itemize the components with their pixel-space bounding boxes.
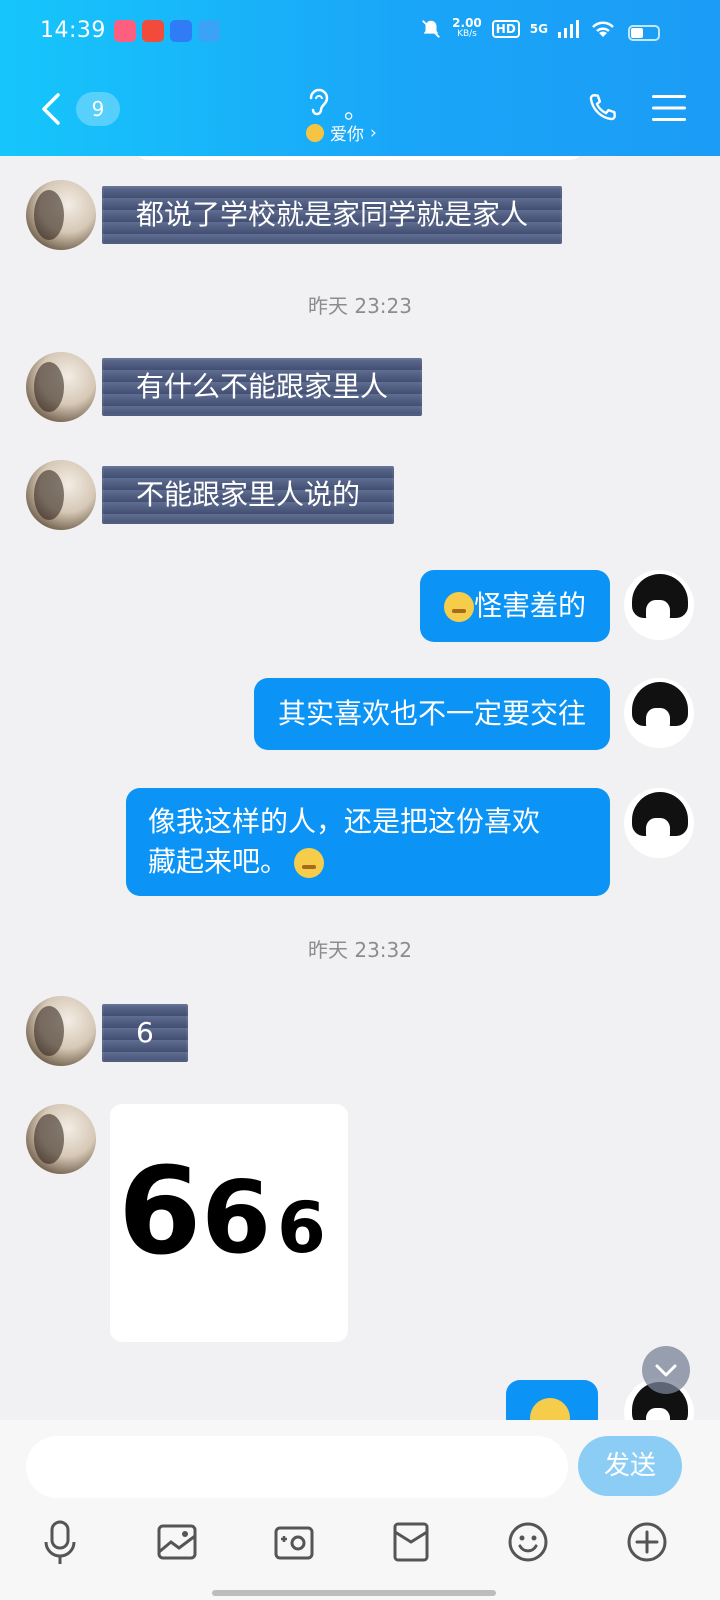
hd-badge: HD (491, 20, 520, 38)
contact-avatar[interactable] (26, 352, 96, 422)
incoming-message[interactable]: 都说了学校就是家同学就是家人 (102, 186, 563, 244)
incoming-message[interactable]: 6 (102, 1004, 188, 1062)
signal-icon (558, 20, 579, 38)
message-input[interactable] (26, 1436, 568, 1498)
message-text: 怪害羞的 (473, 589, 586, 622)
message-list[interactable]: 都说了学校就是家同学就是家人 昨天 23:23 有什么不能跟家里人 不能跟家里人… (0, 156, 720, 1450)
my-avatar[interactable] (624, 678, 694, 748)
home-indicator[interactable] (212, 1590, 496, 1596)
battery-icon (628, 25, 660, 41)
sticker-666[interactable]: 666 (110, 1104, 348, 1342)
message-text: 像我这样的人，还是把这份喜欢 藏起来吧。 (148, 805, 541, 878)
input-area: 发送 (0, 1420, 720, 1600)
sticker-char: 6 (277, 1187, 326, 1269)
camera-icon (274, 1526, 314, 1560)
contact-avatar[interactable] (26, 180, 96, 250)
timestamp: 昨天 23:23 (308, 294, 412, 318)
net-speed-unit: KB/s (457, 29, 477, 39)
send-button[interactable]: 发送 (578, 1436, 682, 1496)
outgoing-message[interactable]: 怪害羞的 (419, 570, 610, 642)
back-button[interactable] (40, 92, 62, 130)
incoming-message[interactable]: 有什么不能跟家里人 (102, 358, 423, 416)
shy-emoji (443, 592, 474, 622)
outgoing-message[interactable]: 其实喜欢也不一定要交往 (253, 678, 610, 750)
subtitle-arrow: › (370, 122, 377, 143)
red-packet-button[interactable] (381, 1512, 441, 1572)
menu-icon (652, 95, 686, 121)
app-icon-4 (198, 20, 220, 42)
wallet-icon (393, 1522, 429, 1562)
relationship-subtitle[interactable]: 爱你 › (306, 120, 377, 145)
smile-emoji (294, 848, 325, 878)
my-avatar[interactable] (624, 570, 694, 640)
unread-count-badge[interactable]: 9 (76, 92, 120, 126)
emoji-icon (508, 1522, 548, 1562)
image-button[interactable] (147, 1512, 207, 1572)
image-icon (157, 1524, 197, 1560)
phone-icon (589, 94, 616, 121)
app-icon-2 (142, 20, 164, 42)
chevron-down-icon (655, 1364, 677, 1377)
sticker-char: 6 (201, 1159, 272, 1276)
status-right: 2.00 KB/s HD 5G (420, 16, 662, 40)
network-label: 5G (529, 22, 548, 36)
status-app-icons (114, 20, 220, 42)
previous-message-bubble (134, 156, 584, 160)
net-speed-value: 2.00 (452, 16, 482, 30)
call-button[interactable] (584, 90, 620, 130)
mute-bell-icon (422, 20, 441, 38)
mic-icon (44, 1520, 76, 1564)
wifi-icon (592, 21, 614, 37)
outgoing-message[interactable]: 像我这样的人，还是把这份喜欢 藏起来吧。 (126, 788, 610, 896)
app-icon-3 (170, 20, 192, 42)
camera-button[interactable] (264, 1512, 324, 1572)
sticker-char: 6 (118, 1143, 202, 1282)
input-toolbar (0, 1512, 720, 1572)
subtitle-text: 爱你 (330, 125, 364, 145)
scroll-to-bottom-button[interactable] (642, 1346, 690, 1394)
net-speed: 2.00 KB/s (452, 16, 482, 40)
contact-avatar[interactable] (26, 1104, 96, 1174)
love-emoji-icon (306, 123, 324, 142)
top-bar: 14:39 2.00 KB/s HD 5G 9 。 爱你 › (0, 0, 720, 156)
plus-icon (627, 1522, 667, 1562)
sticker-text: 666 (118, 1143, 326, 1282)
back-arrow-icon (42, 93, 60, 125)
emoji-button[interactable] (498, 1512, 558, 1572)
contact-avatar[interactable] (26, 996, 96, 1066)
incoming-message[interactable]: 不能跟家里人说的 (102, 466, 395, 524)
app-icon-1 (114, 20, 136, 42)
voice-button[interactable] (30, 1512, 90, 1572)
menu-button[interactable] (652, 94, 686, 126)
my-avatar[interactable] (624, 788, 694, 858)
timestamp: 昨天 23:32 (308, 938, 412, 962)
contact-avatar[interactable] (26, 460, 96, 530)
more-button[interactable] (617, 1512, 677, 1572)
ear-icon (309, 88, 329, 116)
status-time: 14:39 (40, 18, 106, 43)
